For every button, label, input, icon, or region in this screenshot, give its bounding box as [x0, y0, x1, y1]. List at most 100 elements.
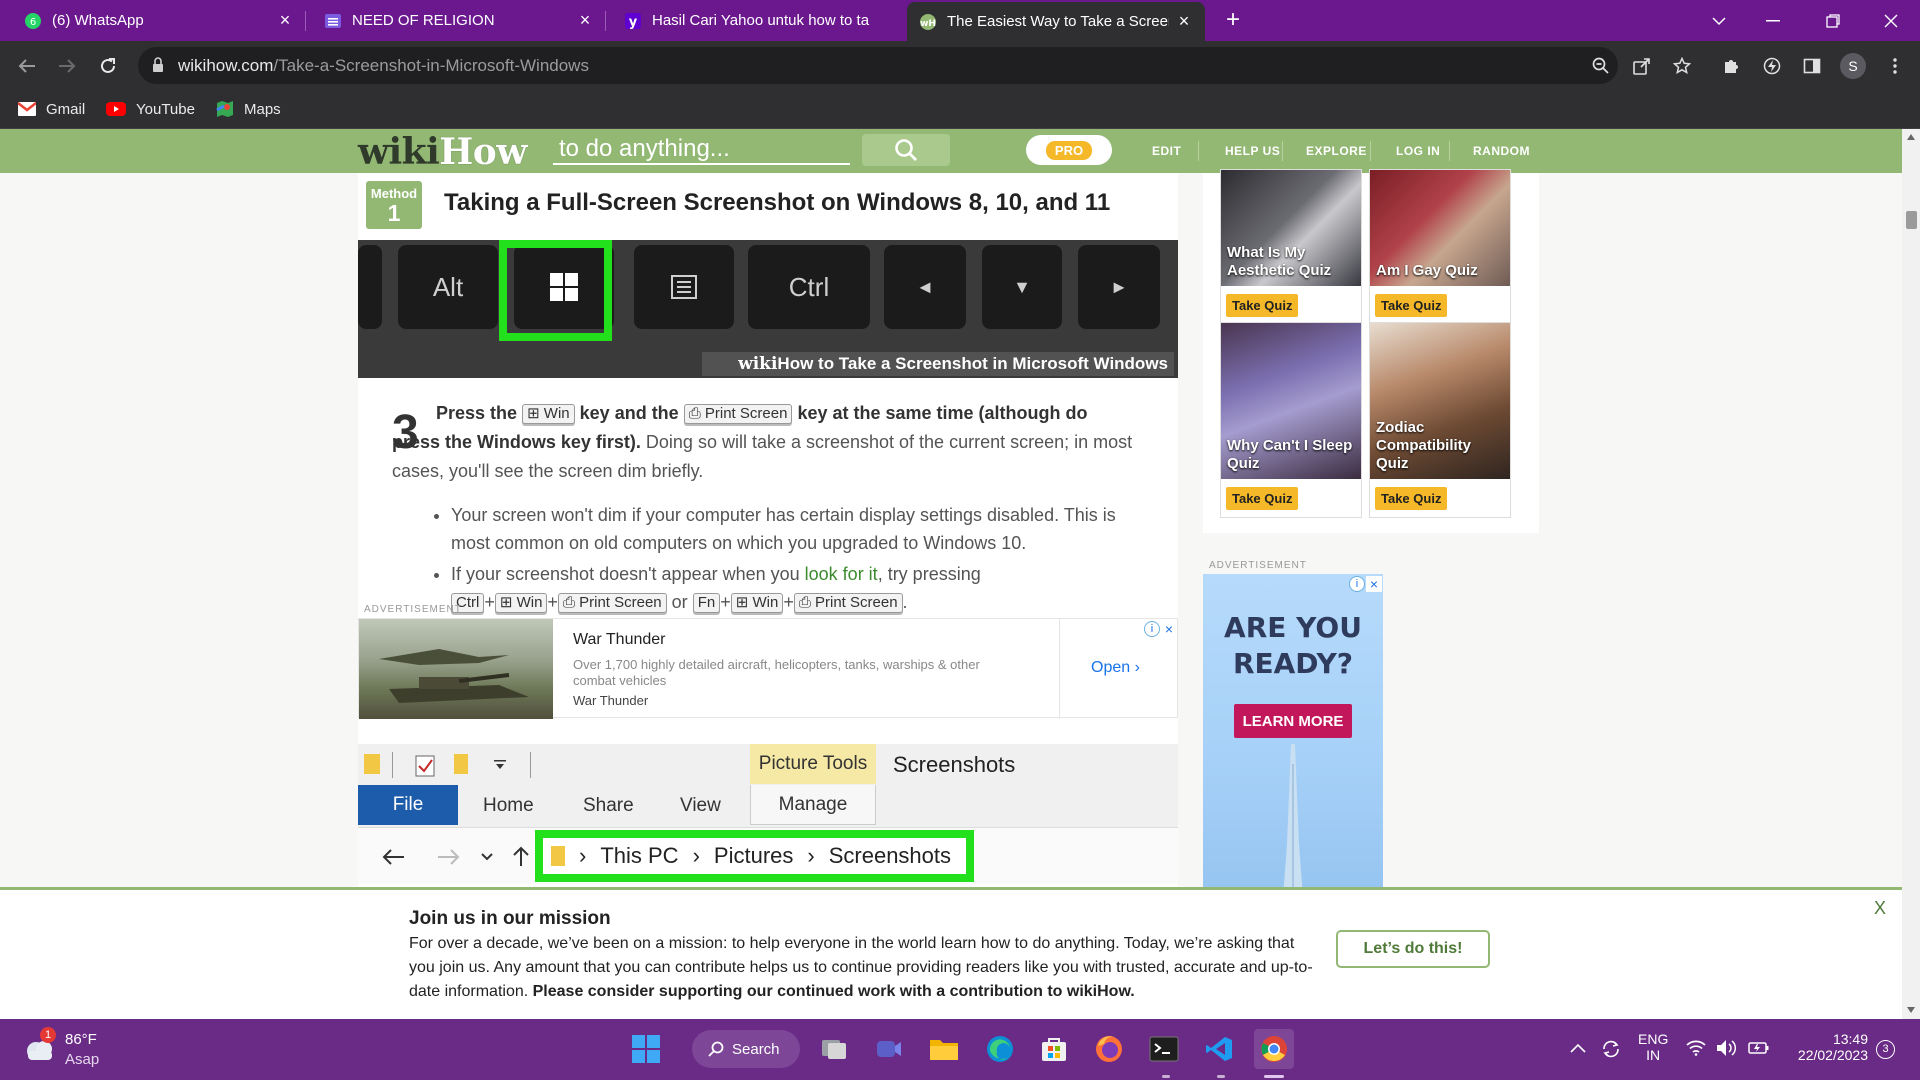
reload-button[interactable]: [93, 51, 123, 81]
explorer-manage-tab[interactable]: Manage: [750, 785, 876, 825]
quiz-card[interactable]: Zodiac Compatibility Quiz Take Quiz: [1369, 322, 1511, 518]
file-explorer-icon[interactable]: [924, 1029, 964, 1069]
close-tab-icon[interactable]: ×: [276, 10, 294, 30]
tab-whatsapp[interactable]: 6 (6) WhatsApp ×: [12, 0, 306, 41]
edge-icon[interactable]: [980, 1029, 1020, 1069]
firefox-icon[interactable]: [1089, 1029, 1129, 1069]
clock[interactable]: 13:49 22/02/2023: [1788, 1031, 1868, 1063]
scroll-down-icon[interactable]: [1907, 1007, 1915, 1013]
minimize-button[interactable]: [1750, 0, 1796, 41]
ad-close-icon[interactable]: ×: [1366, 576, 1382, 592]
extensions-puzzle-icon[interactable]: [1716, 51, 1746, 81]
pro-button[interactable]: PRO: [1026, 135, 1112, 165]
close-tab-icon[interactable]: ×: [1175, 11, 1193, 31]
scroll-thumb[interactable]: [1906, 211, 1917, 229]
bullet-item: Your screen won't dim if your computer h…: [451, 501, 1145, 557]
adchoices-icon[interactable]: i: [1144, 621, 1160, 637]
search-icon: [708, 1041, 724, 1057]
tab-yahoo[interactable]: y Hasil Cari Yahoo untuk how to ta: [612, 0, 906, 41]
task-view-icon[interactable]: [814, 1029, 854, 1069]
take-quiz-button[interactable]: Take Quiz: [1375, 293, 1448, 317]
teams-meet-icon[interactable]: [869, 1029, 909, 1069]
wifi-icon[interactable]: [1686, 1040, 1706, 1056]
restore-button[interactable]: [1810, 0, 1856, 41]
adchoices-icon[interactable]: i: [1349, 576, 1365, 592]
sync-icon[interactable]: [1600, 1038, 1622, 1060]
explorer-home-tab[interactable]: Home: [483, 795, 534, 817]
quiz-card[interactable]: Why Can't I Sleep Quiz Take Quiz: [1220, 322, 1362, 518]
learn-more-button[interactable]: LEARN MORE: [1234, 704, 1352, 738]
windows-taskbar: 1 86°F Asap Search ENG IN 13:49 22/02/20…: [0, 1019, 1920, 1080]
zoom-icon[interactable]: [1586, 51, 1616, 81]
explorer-view-tab[interactable]: View: [680, 795, 721, 817]
close-window-button[interactable]: [1868, 0, 1914, 41]
back-button[interactable]: [12, 51, 42, 81]
nav-random[interactable]: RANDOM: [1473, 129, 1530, 173]
tray-chevron-up-icon[interactable]: [1570, 1043, 1586, 1053]
battery-icon[interactable]: [1748, 1040, 1770, 1056]
weather-widget[interactable]: 1 86°F Asap: [22, 1027, 112, 1071]
quiz-card[interactable]: What Is My Aesthetic Quiz Take Quiz: [1220, 169, 1362, 325]
search-button[interactable]: [862, 134, 950, 166]
close-tab-icon[interactable]: [876, 12, 894, 30]
explorer-step-image[interactable]: Picture Tools Screenshots File Home Shar…: [358, 744, 1178, 884]
address-bar[interactable]: wikihow.com/Take-a-Screenshot-in-Microso…: [138, 47, 1618, 84]
windows-start-icon: [632, 1035, 660, 1063]
volume-icon[interactable]: [1716, 1039, 1738, 1057]
notification-badge[interactable]: 3: [1876, 1040, 1895, 1059]
nav-log-in[interactable]: LOG IN: [1396, 129, 1440, 173]
wikihow-icon: wH: [920, 13, 936, 30]
close-tab-icon[interactable]: ×: [576, 10, 594, 30]
forward-button[interactable]: [52, 51, 82, 81]
take-quiz-button[interactable]: Take Quiz: [1226, 293, 1299, 317]
bookmarks-bar: Gmail YouTube Maps: [0, 90, 1920, 129]
keyboard-step-image[interactable]: Alt Ctrl ◄ ▼ ► wikiHow to Take a Screens…: [358, 240, 1178, 378]
explorer-file-tab[interactable]: File: [358, 785, 458, 825]
nav-edit[interactable]: EDIT: [1152, 129, 1181, 173]
nav-explore[interactable]: EXPLORE: [1306, 129, 1367, 173]
extension-bolt-icon[interactable]: [1757, 51, 1787, 81]
explorer-share-tab[interactable]: Share: [583, 795, 634, 817]
new-tab-button[interactable]: +: [1219, 6, 1247, 34]
tab-need-of-religion[interactable]: NEED OF RELIGION ×: [312, 0, 606, 41]
donation-banner: Join us in our mission For over a decade…: [0, 887, 1902, 1019]
ad-open-button[interactable]: Open ›: [1091, 659, 1140, 677]
explorer-nav-arrows-icon: [382, 846, 529, 866]
share-icon[interactable]: [1627, 51, 1657, 81]
scroll-up-icon[interactable]: [1907, 134, 1915, 140]
bookmark-maps[interactable]: Maps: [216, 90, 281, 128]
vscode-icon[interactable]: [1199, 1029, 1239, 1069]
take-quiz-button[interactable]: Take Quiz: [1226, 486, 1299, 510]
bookmark-star-icon[interactable]: [1667, 51, 1697, 81]
war-thunder-ad[interactable]: War Thunder Over 1,700 highly detailed a…: [358, 618, 1178, 719]
look-for-it-link[interactable]: look for it: [805, 564, 878, 584]
bookmark-youtube[interactable]: YouTube: [106, 90, 195, 128]
taskbar-search-button[interactable]: Search: [692, 1030, 800, 1068]
sidebar-ad[interactable]: i × ARE YOU READY? LEARN MORE: [1203, 574, 1383, 924]
picture-tools-tab[interactable]: Picture Tools: [750, 744, 876, 784]
ad-close-icon[interactable]: ×: [1161, 621, 1177, 637]
chrome-icon[interactable]: [1254, 1029, 1294, 1069]
banner-close-button[interactable]: X: [1874, 898, 1886, 919]
nav-help-us[interactable]: HELP US: [1225, 129, 1280, 173]
tab-wikihow-active[interactable]: wH The Easiest Way to Take a Screen ×: [907, 2, 1205, 41]
start-button[interactable]: [626, 1029, 666, 1069]
wikihow-logo[interactable]: wikiHow: [358, 131, 527, 173]
take-quiz-button[interactable]: Take Quiz: [1375, 486, 1448, 510]
page-scrollbar[interactable]: [1902, 129, 1920, 1019]
language-indicator[interactable]: ENG IN: [1638, 1031, 1668, 1063]
quiz-card[interactable]: Am I Gay Quiz Take Quiz: [1369, 169, 1511, 325]
quiz-image: Why Can't I Sleep Quiz: [1221, 323, 1361, 479]
more-menu-icon[interactable]: [1880, 51, 1910, 81]
kbd-win: ⊞ Win: [522, 404, 575, 424]
profile-avatar[interactable]: S: [1840, 53, 1866, 79]
search-input[interactable]: [553, 135, 850, 163]
bookmark-gmail[interactable]: Gmail: [18, 90, 85, 128]
ad-thumbnail: [359, 619, 553, 719]
lets-do-this-button[interactable]: Let’s do this!: [1336, 930, 1490, 968]
side-panel-icon[interactable]: [1797, 51, 1827, 81]
tab-search-chevron-icon[interactable]: [1696, 0, 1742, 41]
key-right-arrow: ►: [1078, 245, 1160, 329]
terminal-icon[interactable]: [1144, 1029, 1184, 1069]
store-icon[interactable]: [1034, 1029, 1074, 1069]
